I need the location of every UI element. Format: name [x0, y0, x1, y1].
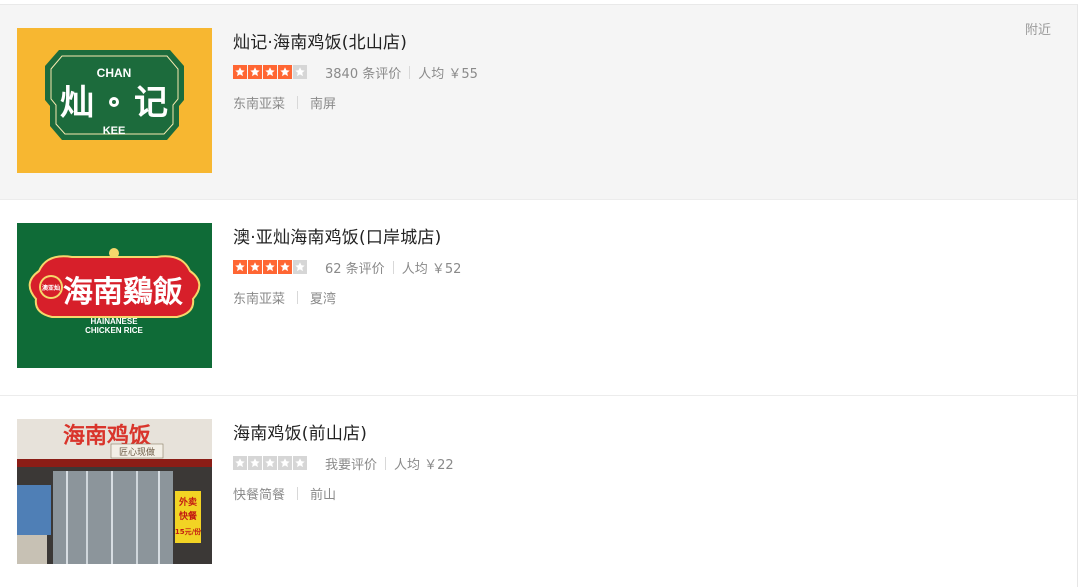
poster-text-2: 快餐: [179, 510, 198, 522]
rating-stars: [233, 260, 307, 274]
poster-text-3: 15元/份: [175, 527, 202, 536]
logo-text-bottom: KEE: [103, 125, 126, 137]
avg-price: 人均 ￥55: [418, 66, 478, 82]
star-empty-icon: [293, 260, 307, 274]
logo-sub-1: HAINANESE: [90, 317, 138, 326]
storefront-photo: 海南鸡饭 匠心现做 外卖 快餐 15元/份: [17, 419, 212, 564]
star-filled-icon: [263, 260, 277, 274]
store-motto: 匠心现做: [119, 446, 155, 458]
star-filled-icon: [278, 65, 292, 79]
star-empty-icon: [293, 456, 307, 470]
star-filled-icon: [248, 65, 262, 79]
avg-price: 人均 ￥52: [401, 261, 462, 277]
chan-kee-logo: CHAN 灿 记 KEE: [17, 28, 212, 173]
tag-row: 东南亚菜 夏湾: [233, 288, 461, 307]
restaurant-info: 灿记·海南鸡饭(北山店) 3840 条评价 人均 ￥55 东南亚菜 南屏: [233, 28, 478, 112]
rating-row: 我要评价 人均 ￥22: [233, 454, 454, 473]
restaurant-list: CHAN 灿 记 KEE 灿记·海南鸡饭(北山店) 3840 条评价 人均 ￥5…: [0, 0, 1080, 587]
star-empty-icon: [293, 65, 307, 79]
logo-main-text: 海南鷄飯: [63, 275, 183, 310]
divider: [409, 65, 411, 79]
restaurant-photo[interactable]: 澳亚灿 海南鷄飯 HAINANESE CHICKEN RICE: [17, 223, 212, 368]
poster-text-1: 外卖: [178, 496, 197, 508]
restaurant-photo[interactable]: 海南鸡饭 匠心现做 外卖 快餐 15元/份: [17, 419, 212, 564]
tag-row: 东南亚菜 南屏: [233, 93, 478, 112]
list-item[interactable]: CHAN 灿 记 KEE 灿记·海南鸡饭(北山店) 3840 条评价 人均 ￥5…: [0, 4, 1078, 200]
restaurant-name[interactable]: 澳·亚灿海南鸡饭(口岸城店): [233, 223, 461, 248]
star-filled-icon: [233, 260, 247, 274]
cuisine-tag[interactable]: 快餐简餐: [233, 484, 285, 503]
star-empty-icon: [278, 456, 292, 470]
restaurant-name[interactable]: 海南鸡饭(前山店): [233, 419, 454, 444]
divider: [297, 487, 299, 500]
avg-price: 人均 ￥22: [394, 457, 454, 473]
logo-text-right: 记: [134, 83, 168, 123]
cuisine-tag[interactable]: 东南亚菜: [233, 288, 285, 307]
star-filled-icon: [233, 65, 247, 79]
list-item[interactable]: 海南鸡饭 匠心现做 外卖 快餐 15元/份 海南鸡饭(前山店) 我要评价 人均 …: [0, 396, 1078, 587]
nearby-label: 附近: [1024, 23, 1051, 38]
rating-row: 3840 条评价 人均 ￥55: [233, 63, 478, 82]
star-filled-icon: [263, 65, 277, 79]
ao-ya-chan-logo: 澳亚灿 海南鷄飯 HAINANESE CHICKEN RICE: [17, 223, 212, 368]
star-filled-icon: [248, 260, 262, 274]
divider: [297, 291, 299, 304]
logo-text-top: CHAN: [97, 66, 132, 80]
tag-row: 快餐简餐 前山: [233, 484, 454, 503]
restaurant-name[interactable]: 灿记·海南鸡饭(北山店): [233, 28, 478, 53]
star-empty-icon: [248, 456, 262, 470]
divider: [385, 456, 387, 470]
divider: [392, 260, 394, 274]
restaurant-photo[interactable]: CHAN 灿 记 KEE: [17, 28, 212, 173]
divider: [297, 96, 299, 109]
area-tag[interactable]: 夏湾: [310, 288, 336, 307]
area-tag[interactable]: 前山: [310, 484, 336, 503]
area-tag[interactable]: 南屏: [310, 93, 336, 112]
star-empty-icon: [263, 456, 277, 470]
logo-badge: 澳亚灿: [42, 284, 60, 292]
restaurant-info: 澳·亚灿海南鸡饭(口岸城店) 62 条评价 人均 ￥52 东南亚菜 夏湾: [233, 223, 461, 307]
logo-sub-2: CHICKEN RICE: [85, 326, 143, 335]
review-count[interactable]: 3840 条评价: [325, 63, 401, 82]
write-review-link[interactable]: 我要评价: [325, 454, 377, 473]
rating-row: 62 条评价 人均 ￥52: [233, 258, 462, 277]
logo-text-left: 灿: [60, 83, 94, 123]
cuisine-tag[interactable]: 东南亚菜: [233, 93, 285, 112]
list-item[interactable]: 澳亚灿 海南鷄飯 HAINANESE CHICKEN RICE 澳·亚灿海南鸡饭…: [0, 200, 1078, 396]
review-count[interactable]: 62 条评价: [325, 258, 385, 277]
star-filled-icon: [278, 260, 292, 274]
star-empty-icon: [233, 456, 247, 470]
rating-stars: [233, 456, 307, 470]
restaurant-info: 海南鸡饭(前山店) 我要评价 人均 ￥22 快餐简餐 前山: [233, 419, 454, 503]
rating-stars: [233, 65, 307, 79]
